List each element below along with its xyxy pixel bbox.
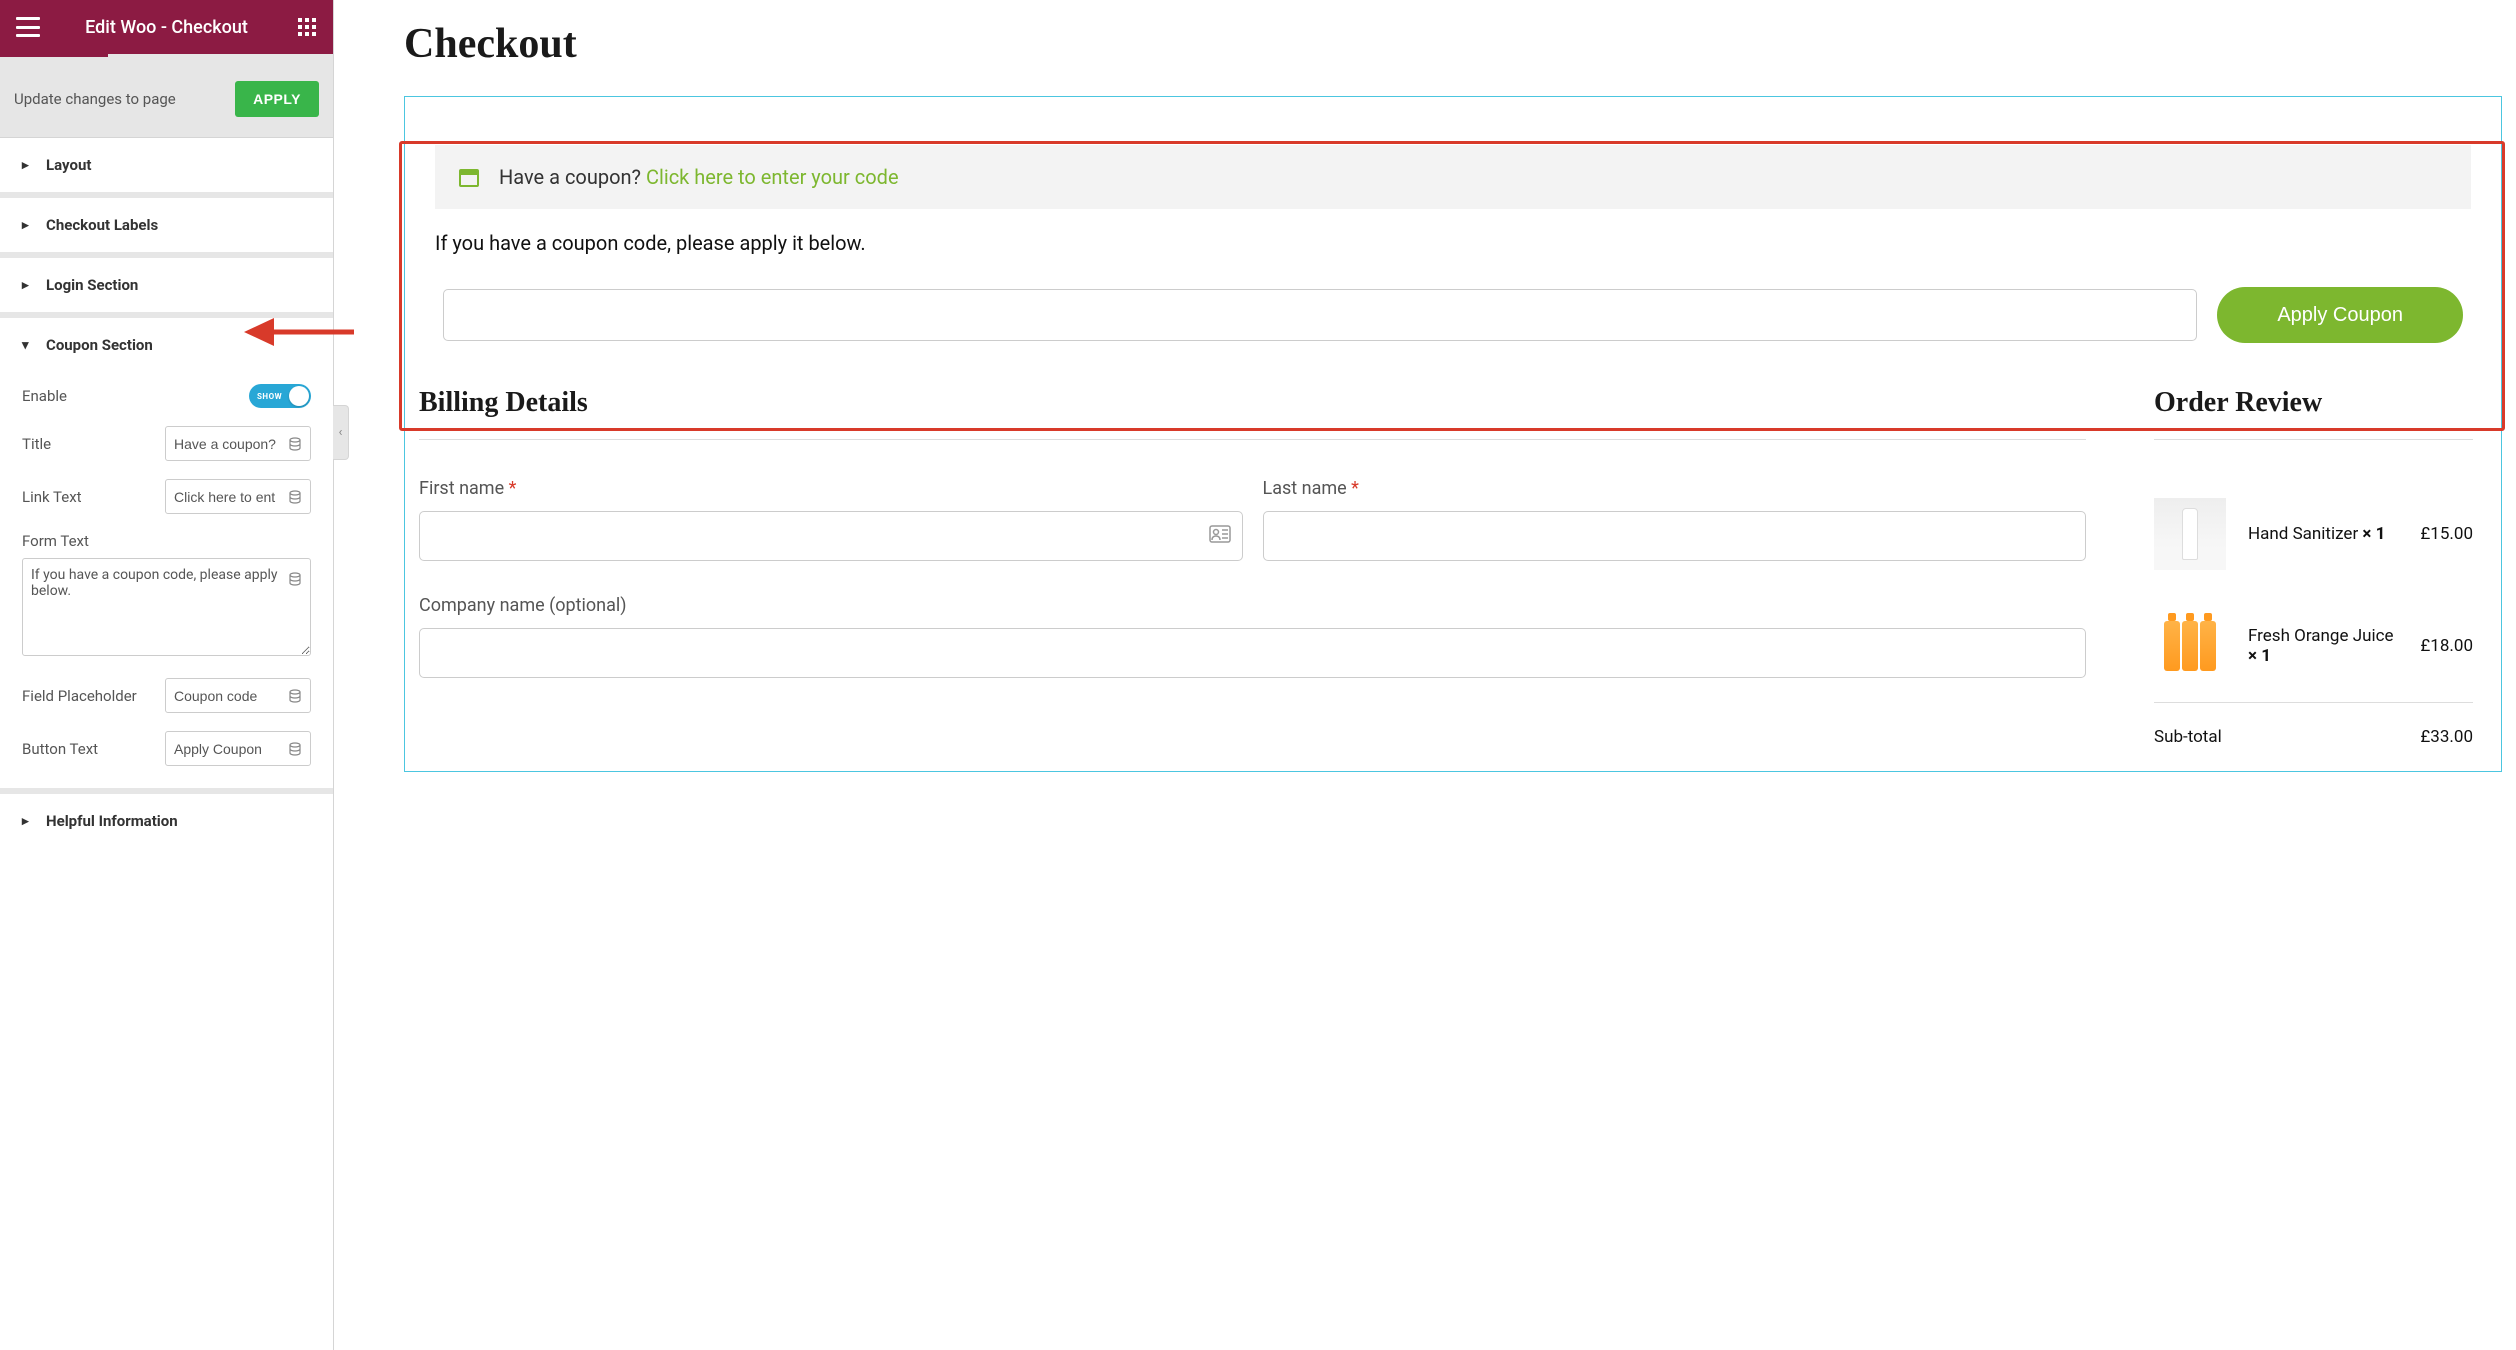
product-thumbnail bbox=[2154, 610, 2226, 682]
chevron-down-icon: ▾ bbox=[22, 338, 34, 353]
dynamic-icon[interactable] bbox=[288, 490, 302, 504]
editor-sidebar: Edit Woo - Checkout Update changes to bbox=[0, 0, 334, 1350]
accordion-label: Coupon Section bbox=[46, 336, 153, 354]
order-item: Hand Sanitizer × 1 £15.00 bbox=[2154, 478, 2473, 590]
accordion-layout[interactable]: ▸ Layout bbox=[0, 138, 333, 192]
update-text: Update changes to page bbox=[14, 90, 176, 108]
title-label: Title bbox=[22, 435, 51, 453]
product-price: £15.00 bbox=[2420, 524, 2473, 544]
menu-icon[interactable] bbox=[16, 17, 40, 37]
link-text-label: Link Text bbox=[22, 488, 82, 506]
coupon-instruction: If you have a coupon code, please apply … bbox=[435, 231, 2471, 255]
first-name-input[interactable] bbox=[419, 511, 1243, 561]
tab-indicator bbox=[0, 54, 333, 61]
subtotal-value: £33.00 bbox=[2420, 727, 2473, 747]
accordion-label: Checkout Labels bbox=[46, 216, 158, 234]
sidebar-header: Edit Woo - Checkout bbox=[0, 0, 333, 54]
collapse-handle[interactable]: ‹ bbox=[333, 405, 349, 460]
first-name-label: First name * bbox=[419, 478, 1243, 499]
dynamic-icon[interactable] bbox=[288, 572, 302, 586]
product-name: Fresh Orange Juice × 1 bbox=[2248, 626, 2398, 666]
dynamic-icon[interactable] bbox=[288, 689, 302, 703]
apply-coupon-button[interactable]: Apply Coupon bbox=[2217, 287, 2463, 343]
apply-button[interactable]: APPLY bbox=[235, 81, 319, 117]
coupon-panel: Enable SHOW Title bbox=[0, 372, 333, 788]
page-title: Checkout bbox=[404, 20, 2502, 68]
order-review-title: Order Review bbox=[2154, 387, 2473, 440]
billing-title: Billing Details bbox=[419, 387, 2086, 440]
billing-details: Billing Details First name * bbox=[419, 369, 2126, 771]
chevron-right-icon: ▸ bbox=[22, 278, 34, 293]
product-price: £18.00 bbox=[2420, 636, 2473, 656]
form-text-label: Form Text bbox=[22, 532, 311, 550]
preview-pane: ‹ Checkout bbox=[334, 0, 2516, 1350]
placeholder-label: Field Placeholder bbox=[22, 687, 137, 705]
checkout-widget[interactable]: Have a coupon? Click here to enter your … bbox=[404, 96, 2502, 772]
order-review: Order Review Hand Sanitizer × 1 £15.00 bbox=[2126, 369, 2501, 771]
accordion-coupon-section[interactable]: ▾ Coupon Section bbox=[0, 318, 333, 372]
form-text-textarea[interactable]: If you have a coupon code, please apply … bbox=[22, 558, 311, 656]
last-name-input[interactable] bbox=[1263, 511, 2087, 561]
subtotal-label: Sub-total bbox=[2154, 727, 2222, 747]
calendar-icon bbox=[457, 165, 481, 189]
enable-toggle[interactable]: SHOW bbox=[249, 384, 311, 408]
chevron-right-icon: ▸ bbox=[22, 158, 34, 173]
address-book-icon[interactable] bbox=[1209, 525, 1231, 547]
toggle-knob bbox=[289, 386, 309, 406]
coupon-prompt: Have a coupon? bbox=[499, 165, 646, 189]
coupon-reveal-link[interactable]: Click here to enter your code bbox=[646, 165, 899, 189]
sidebar-title: Edit Woo - Checkout bbox=[85, 17, 248, 38]
chevron-right-icon: ▸ bbox=[22, 814, 34, 829]
coupon-banner-text: Have a coupon? Click here to enter your … bbox=[499, 165, 899, 189]
accordion-helpful-info[interactable]: ▸ Helpful Information bbox=[0, 794, 333, 848]
coupon-banner: Have a coupon? Click here to enter your … bbox=[435, 145, 2471, 209]
accordion-label: Layout bbox=[46, 156, 91, 174]
company-input[interactable] bbox=[419, 628, 2086, 678]
dynamic-icon[interactable] bbox=[288, 437, 302, 451]
dynamic-icon[interactable] bbox=[288, 742, 302, 756]
accordion-label: Login Section bbox=[46, 276, 138, 294]
last-name-label: Last name * bbox=[1263, 478, 2087, 499]
accordion-checkout-labels[interactable]: ▸ Checkout Labels bbox=[0, 198, 333, 252]
order-item: Fresh Orange Juice × 1 £18.00 bbox=[2154, 590, 2473, 702]
company-label: Company name (optional) bbox=[419, 595, 2086, 616]
product-name: Hand Sanitizer × 1 bbox=[2248, 524, 2398, 544]
apps-grid-icon[interactable] bbox=[297, 17, 317, 37]
enable-label: Enable bbox=[22, 387, 67, 405]
toggle-state: SHOW bbox=[257, 392, 282, 401]
coupon-code-input[interactable] bbox=[443, 289, 2197, 341]
accordion-label: Helpful Information bbox=[46, 812, 178, 830]
product-thumbnail bbox=[2154, 498, 2226, 570]
update-bar: Update changes to page APPLY bbox=[0, 61, 333, 138]
chevron-right-icon: ▸ bbox=[22, 218, 34, 233]
button-text-label: Button Text bbox=[22, 740, 98, 758]
accordion-login-section[interactable]: ▸ Login Section bbox=[0, 258, 333, 312]
